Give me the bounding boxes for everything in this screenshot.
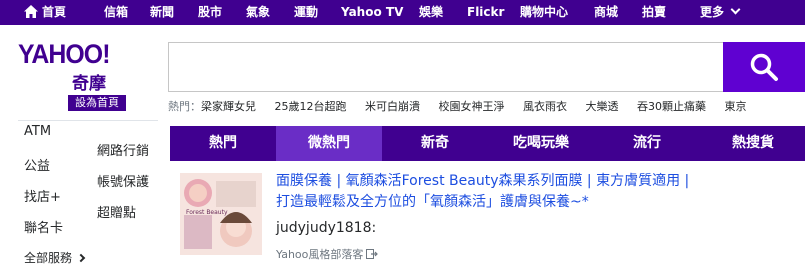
sidebar-item-atm[interactable]: ATM — [24, 124, 51, 139]
sidebar-item-find-store[interactable]: 找店+ — [24, 186, 61, 205]
tab-hot-goods[interactable]: 熱搜貨 — [700, 126, 805, 161]
tab-hot[interactable]: 熱門 — [170, 126, 276, 161]
tab-trending-small[interactable]: 微熱門 — [276, 126, 382, 161]
trending-item[interactable]: 風衣雨衣 — [523, 100, 567, 113]
tab-food-fun[interactable]: 吃喝玩樂 — [488, 126, 594, 161]
logo-subtitle: 奇摩 — [72, 74, 106, 94]
nav-more-label: 更多 — [700, 5, 725, 19]
nav-item-sports[interactable]: 運動 — [294, 0, 318, 25]
article-source-label: Yahoo風格部落客 — [276, 248, 364, 261]
sidebar-item-super-points[interactable]: 超贈點 — [97, 202, 136, 221]
article-thumbnail[interactable]: Forest Beauty — [180, 173, 262, 255]
article-title-line2: 打造最輕鬆及全方位的「氧顏森活」護膚與保養~* — [276, 194, 589, 210]
thumbnail-caption: Forest Beauty — [186, 209, 228, 216]
article-source[interactable]: Yahoo風格部落客 — [276, 246, 379, 262]
nav-item-stocks[interactable]: 股市 — [198, 0, 222, 25]
article-author: judyjudy1818: — [276, 220, 377, 236]
trending-label: 熱門： — [168, 100, 201, 113]
nav-item-flickr[interactable]: Flickr — [467, 0, 504, 25]
all-services-link[interactable]: 全部服務 — [24, 249, 86, 266]
article-title-line1: 面膜保養 | 氧顏森活Forest Beauty森果系列面膜 | 東方膚質適用 … — [276, 173, 690, 189]
trending-item[interactable]: 吞30顆止痛藥 — [637, 100, 706, 113]
nav-more-menu[interactable]: 更多 — [700, 0, 741, 25]
trending-item[interactable]: 東京 — [725, 100, 747, 113]
nav-item-news[interactable]: 新聞 — [150, 0, 174, 25]
nav-item-shopping[interactable]: 購物中心 — [520, 0, 568, 25]
nav-item-mail[interactable]: 信箱 — [104, 0, 128, 25]
trending-searches: 熱門：梁家輝女兒 25歲12台超跑 米可白崩潰 校園女神王淨 風衣雨衣 大樂透 … — [168, 99, 762, 115]
sidebar-divider — [18, 120, 158, 121]
search-input[interactable] — [168, 42, 724, 92]
all-services-label: 全部服務 — [24, 251, 73, 265]
chevron-right-icon — [76, 253, 86, 263]
content-tabs: 熱門 微熱門 新奇 吃喝玩樂 流行 熱搜貨 — [170, 126, 805, 161]
sidebar-item-marketing[interactable]: 網路行銷 — [97, 140, 149, 159]
yahoo-logo[interactable]: YAHOO! 奇摩 設為首頁 — [18, 39, 140, 111]
sidebar-item-account-protection[interactable]: 帳號保護 — [97, 171, 149, 190]
top-nav-bar: 首頁 信箱 新聞 股市 氣象 運動 Yahoo TV 娛樂 Flickr 購物中… — [0, 0, 805, 25]
article-title-link[interactable]: 面膜保養 | 氧顏森活Forest Beauty森果系列面膜 | 東方膚質適用 … — [276, 171, 746, 213]
chevron-down-icon — [730, 4, 741, 15]
search-icon — [750, 53, 778, 81]
nav-item-mall[interactable]: 商城 — [594, 0, 618, 25]
external-link-icon — [366, 249, 379, 259]
trending-item[interactable]: 梁家輝女兒 — [201, 100, 256, 113]
nav-item-weather[interactable]: 氣象 — [246, 0, 270, 25]
trending-item[interactable]: 米可白崩潰 — [365, 100, 420, 113]
logo-wordmark: YAHOO! — [18, 39, 110, 69]
sidebar-item-charity[interactable]: 公益 — [24, 155, 50, 174]
tab-fashion[interactable]: 流行 — [594, 126, 700, 161]
home-icon[interactable] — [24, 5, 38, 18]
nav-item-entertainment[interactable]: 娛樂 — [419, 0, 443, 25]
trending-item[interactable]: 校園女神王淨 — [439, 100, 505, 113]
nav-item-yahoo-tv[interactable]: Yahoo TV — [341, 0, 403, 25]
nav-home-link[interactable]: 首頁 — [42, 0, 66, 25]
nav-item-auction[interactable]: 拍賣 — [642, 0, 666, 25]
sidebar-item-co-brand-card[interactable]: 聯名卡 — [24, 217, 63, 236]
search-button[interactable] — [723, 42, 805, 92]
set-homepage-button[interactable]: 設為首頁 — [68, 95, 126, 111]
tab-novel[interactable]: 新奇 — [382, 126, 488, 161]
trending-item[interactable]: 大樂透 — [586, 100, 619, 113]
trending-item[interactable]: 25歲12台超跑 — [275, 100, 347, 113]
